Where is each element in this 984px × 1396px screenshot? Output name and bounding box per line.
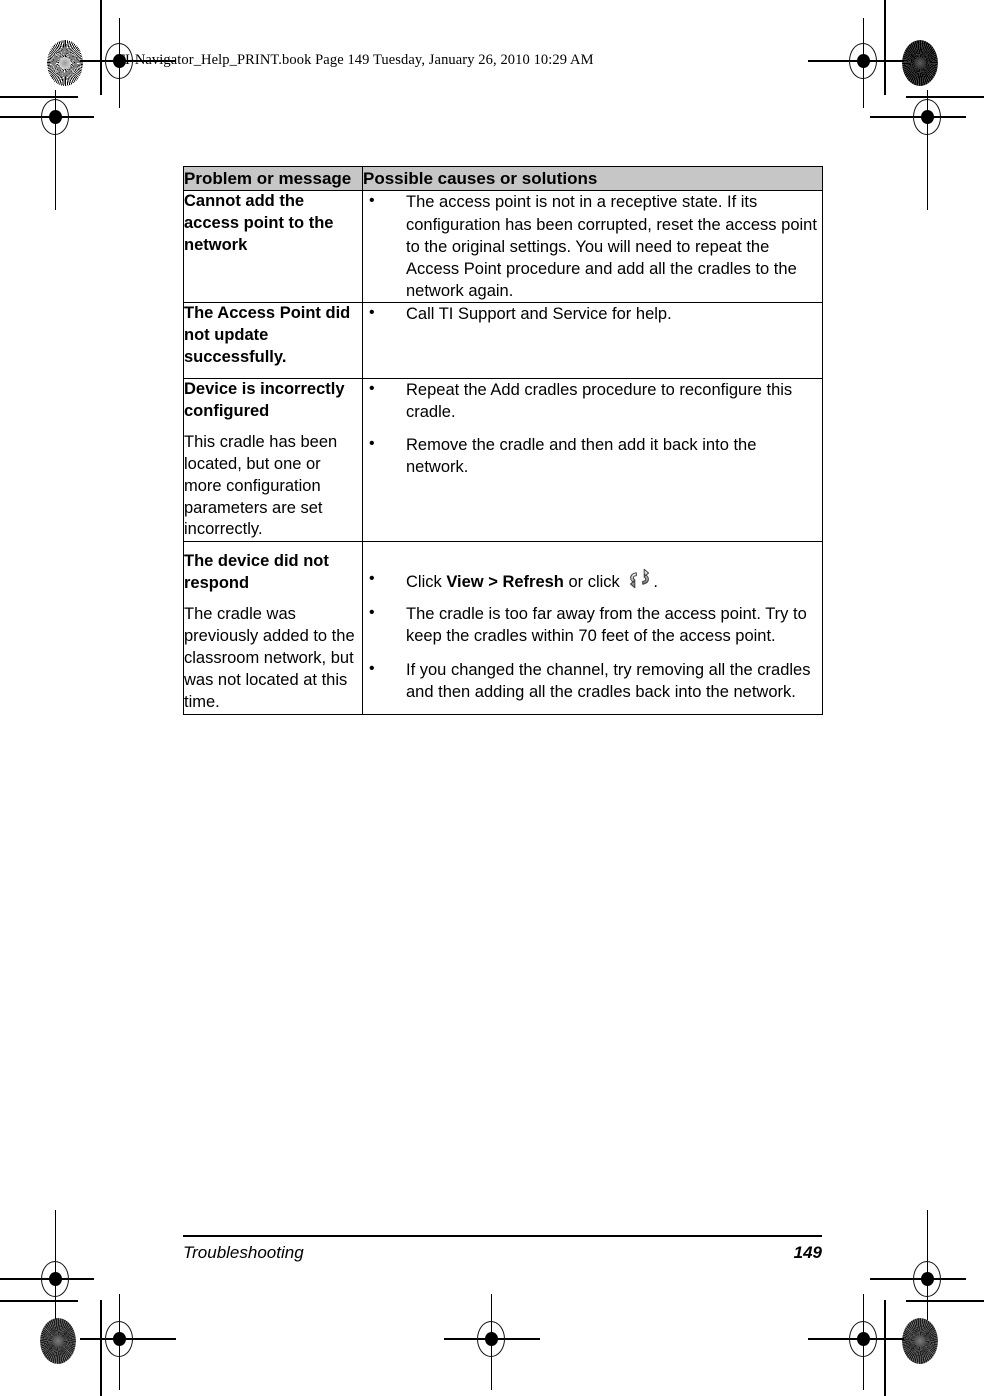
solution-list: The access point is not in a receptive s… [363, 190, 822, 302]
problem-description: This cradle has been located, but one or… [184, 432, 338, 539]
problem-term: The Access Point did not update successf… [184, 304, 351, 366]
solution-cell: Call TI Support and Service for help. [362, 302, 823, 379]
table-header-row: Problem or message Possible causes or so… [183, 165, 823, 192]
list-item-with-icon: Click View > Refresh or click [363, 566, 822, 594]
registration-target-bottom-right-upper [870, 1210, 966, 1320]
footer-section-title: Troubleshooting [183, 1243, 304, 1262]
solution-list: Click View > Refresh or click [363, 566, 822, 703]
solution-list: Call TI Support and Service for help. [363, 302, 822, 325]
footer-divider [183, 1235, 822, 1237]
page-slug-line: TI-Navigator_Help_PRINT.book Page 149 Tu… [116, 52, 594, 68]
problem-term: Cannot add the access point to the netwo… [184, 192, 334, 255]
table-row: Cannot add the access point to the netwo… [183, 190, 823, 303]
solution-cell: Click View > Refresh or click [362, 541, 823, 715]
list-item: The cradle is too far away from the acce… [363, 602, 822, 647]
crop-line-top-right-horizontal [906, 96, 984, 98]
crop-line-right-vertical-bottom [884, 1300, 886, 1396]
problem-cell: The Access Point did not update successf… [183, 302, 363, 379]
crop-line-bottom-right-horizontal [906, 1300, 984, 1302]
solution-cell: The access point is not in a receptive s… [362, 190, 823, 303]
solution-list: Repeat the Add cradles procedure to reco… [363, 378, 822, 478]
instruction-suffix: . [653, 573, 658, 592]
crop-line-right-vertical [884, 0, 886, 95]
instruction-middle: or click [563, 573, 625, 592]
registration-target-bottom-right-lower [808, 1294, 904, 1390]
problem-cell: Device is incorrectly configured This cr… [183, 377, 363, 543]
density-starburst-top-left [47, 40, 83, 86]
solution-cell: Repeat the Add cradles procedure to reco… [362, 378, 823, 543]
problem-cell: Cannot add the access point to the netwo… [183, 190, 363, 303]
menu-path-label: View > Refresh [446, 573, 564, 592]
list-item: Repeat the Add cradles procedure to reco… [363, 378, 822, 423]
column-header-problem: Problem or message [183, 165, 363, 192]
registration-target-top-left-lower [0, 90, 94, 210]
page-number: 149 [793, 1243, 822, 1262]
problem-cell: The device did not respond The cradle wa… [183, 541, 363, 715]
table-row: Device is incorrectly configured This cr… [183, 377, 823, 543]
troubleshooting-table: Problem or message Possible causes or so… [183, 165, 823, 715]
registration-target-top-right-lower [870, 90, 966, 210]
problem-term: Device is incorrectly configured [184, 379, 345, 420]
crop-line-top-left-horizontal [0, 96, 78, 98]
registration-target-bottom-center [444, 1294, 540, 1390]
crop-line-bottom-left-horizontal [0, 1300, 78, 1302]
registration-target-top-right [808, 18, 904, 108]
table-row: The Access Point did not update successf… [183, 302, 823, 379]
refresh-icon[interactable] [627, 566, 652, 591]
density-starburst-bottom-left [40, 1318, 76, 1364]
registration-target-bottom-left-lower [80, 1294, 176, 1390]
list-item: Call TI Support and Service for help. [363, 302, 822, 325]
instruction-prefix: Click [406, 573, 447, 592]
crop-line-left-vertical [100, 0, 102, 95]
list-item: If you changed the channel, try removing… [363, 658, 822, 703]
problem-description: The cradle was previously added to the c… [184, 605, 355, 711]
density-starburst-top-right [902, 40, 938, 86]
crop-line-left-vertical-bottom [100, 1300, 102, 1396]
problem-term: The device did not respond [184, 552, 329, 593]
table-row: The device did not respond The cradle wa… [183, 541, 823, 715]
list-item: Remove the cradle and then add it back i… [363, 433, 822, 478]
registration-target-bottom-left-upper [0, 1210, 94, 1320]
column-header-solution: Possible causes or solutions [362, 165, 823, 192]
page-footer: Troubleshooting 149 [183, 1243, 822, 1263]
density-starburst-bottom-right [902, 1318, 938, 1364]
list-item: The access point is not in a receptive s… [363, 190, 822, 302]
